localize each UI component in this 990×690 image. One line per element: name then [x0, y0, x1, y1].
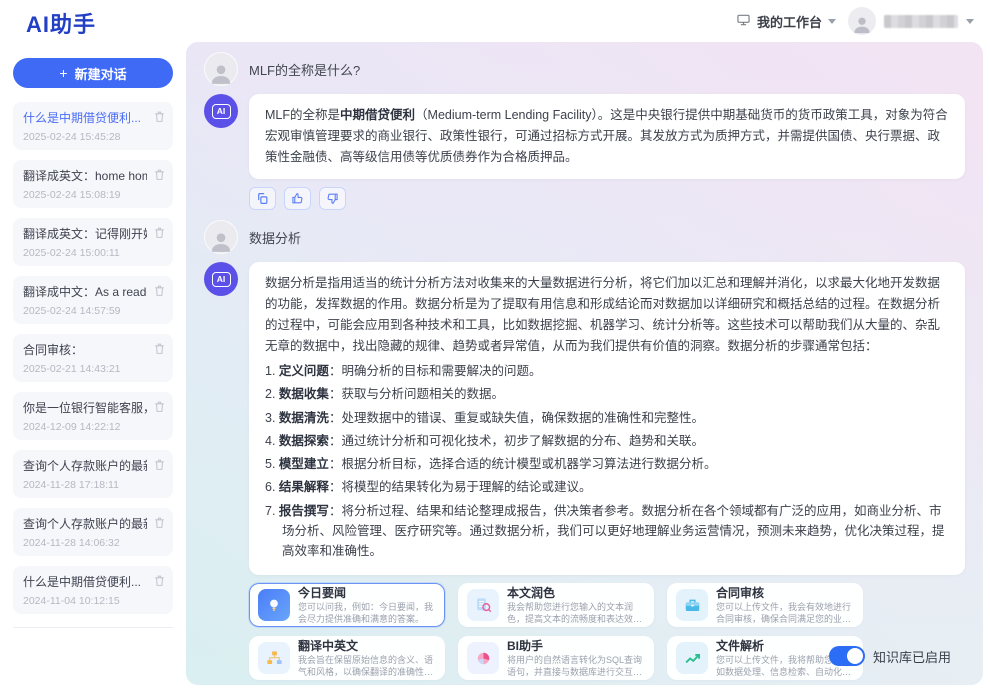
polish-icon [467, 589, 499, 621]
step-item: 1. 定义问题：明确分析的目标和需要解决的问题。 [265, 361, 949, 381]
conversation-list: 什么是中期借贷便利... 2025-02-24 15:45:28 翻译成英文：h… [0, 102, 186, 614]
app-logo: AI助手 [26, 7, 96, 39]
pie-chart-icon [467, 642, 499, 674]
prompt-cards-grid: 今日要闻 您可以问我，例如：今日要闻，我会尽力提供准确和满意的答案。 [249, 583, 863, 680]
step-item: 2. 数据收集：获取与分析问题相关的数据。 [265, 384, 949, 404]
thumbs-up-button[interactable] [284, 187, 311, 210]
card-title: 合同审核 [716, 585, 854, 601]
sidebar: + 新建对话 什么是中期借贷便利... 2025-02-24 15:45:28 … [0, 42, 186, 690]
ai-avatar-label: AI [212, 104, 231, 119]
trash-icon[interactable] [153, 516, 166, 529]
workspace-menu[interactable]: 我的工作台 [736, 12, 836, 31]
conversation-item[interactable]: 合同审核： 2025-02-21 14:43:21 [13, 334, 173, 382]
card-title: 本文润色 [507, 585, 645, 601]
copy-button[interactable] [249, 187, 276, 210]
user-message: 数据分析 [204, 220, 965, 254]
card-title: 今日要闻 [298, 585, 436, 601]
lightbulb-icon [258, 589, 290, 621]
user-avatar [204, 220, 238, 254]
user-message: MLF的全称是什么? [204, 52, 965, 86]
ai-avatar-label: AI [212, 272, 231, 287]
new-chat-label: 新建对话 [75, 64, 127, 83]
conversation-item[interactable]: 什么是中期借贷便利... 2025-02-24 15:45:28 [13, 102, 173, 150]
card-translate[interactable]: 翻译中英文 我会旨在保留原始信息的含义、语气和风格，以确保翻译的准确性和自然流畅… [249, 636, 445, 680]
knowledge-base-label: 知识库已启用 [873, 647, 951, 666]
trash-icon[interactable] [153, 342, 166, 355]
plus-icon: + [59, 65, 67, 81]
top-bar: AI助手 我的工作台 [0, 0, 990, 42]
toggle-knob [847, 648, 863, 664]
top-bar-right: 我的工作台 [736, 0, 974, 42]
monitor-icon [736, 13, 751, 30]
chat-panel: MLF的全称是什么? AI MLF的全称是中期借贷便利（Medium-term … [186, 42, 983, 685]
card-title: 翻译中英文 [298, 638, 436, 654]
new-chat-button[interactable]: + 新建对话 [13, 58, 173, 88]
trash-icon[interactable] [153, 226, 166, 239]
answer-actions [249, 187, 965, 210]
card-desc: 您可以上传文件，我会有效地进行合同审核，确保合同满足您的业务需求。 [716, 601, 854, 626]
app-window: AI助手 我的工作台 [0, 0, 990, 690]
trash-icon[interactable] [153, 110, 166, 123]
conversation-item[interactable]: 什么是中期借贷便利... 2024-11-04 10:12:15 [13, 566, 173, 614]
step-item: 5. 模型建立：根据分析目标，选择合适的统计模型或机器学习算法进行数据分析。 [265, 454, 949, 474]
ai-answer-card: MLF的全称是中期借贷便利（Medium-term Lending Facili… [249, 94, 965, 179]
user-avatar [204, 52, 238, 86]
conversation-item[interactable]: 翻译成英文：记得刚开始... 2025-02-24 15:00:11 [13, 218, 173, 266]
knowledge-base-toggle-group: 知识库已启用 [829, 646, 951, 666]
prompt-cards-section: 今日要闻 您可以问我，例如：今日要闻，我会尽力提供准确和满意的答案。 [249, 583, 965, 680]
conversation-item[interactable]: 查询个人存款账户的最新... 2024-11-28 14:06:32 [13, 508, 173, 556]
card-bi-assistant[interactable]: BI助手 将用户的自然语言转化为SQL查询语句，并直接与数据库进行交互，返回智能… [458, 636, 654, 680]
step-item: 6. 结果解释：将模型的结果转化为易于理解的结论或建议。 [265, 477, 949, 497]
card-desc: 将用户的自然语言转化为SQL查询语句，并直接与数据库进行交互，返回智能推荐的图表… [507, 654, 645, 679]
ai-message: AI MLF的全称是中期借贷便利（Medium-term Lending Fac… [204, 94, 965, 179]
user-question-text: 数据分析 [249, 228, 301, 247]
card-desc: 我会帮助您进行您输入的文本润色，提高文本的流畅度和表达效果。 [507, 601, 645, 626]
user-menu[interactable] [848, 7, 974, 35]
step-item: 4. 数据探索：通过统计分析和可视化技术，初步了解数据的分布、趋势和关联。 [265, 431, 949, 451]
card-text-polish[interactable]: 本文润色 我会帮助您进行您输入的文本润色，提高文本的流畅度和表达效果。 [458, 583, 654, 627]
answer-intro: 数据分析是指用适当的统计分析方法对收集来的大量数据进行分析，将它们加以汇总和理解… [265, 273, 949, 357]
answer-steps: 1. 定义问题：明确分析的目标和需要解决的问题。 2. 数据收集：获取与分析问题… [265, 361, 949, 561]
avatar [848, 7, 876, 35]
ai-answer-card: 数据分析是指用适当的统计分析方法对收集来的大量数据进行分析，将它们加以汇总和理解… [249, 262, 965, 575]
card-today-news[interactable]: 今日要闻 您可以问我，例如：今日要闻，我会尽力提供准确和满意的答案。 [249, 583, 445, 627]
briefcase-icon [676, 589, 708, 621]
card-desc: 我会旨在保留原始信息的含义、语气和风格，以确保翻译的准确性和自然流畅。 [298, 654, 436, 679]
trash-icon[interactable] [153, 400, 166, 413]
sidebar-divider [13, 627, 173, 628]
thumbs-down-button[interactable] [319, 187, 346, 210]
trash-icon[interactable] [153, 574, 166, 587]
conversation-item[interactable]: 翻译成英文：home home 2025-02-24 15:08:19 [13, 160, 173, 208]
chevron-down-icon [966, 19, 974, 24]
ai-message: AI 数据分析是指用适当的统计分析方法对收集来的大量数据进行分析，将它们加以汇总… [204, 262, 965, 575]
ai-avatar: AI [204, 94, 238, 128]
ai-avatar: AI [204, 262, 238, 296]
username-redacted [884, 15, 958, 28]
chevron-down-icon [828, 19, 836, 24]
trash-icon[interactable] [153, 284, 166, 297]
step-item: 7. 报告撰写：将分析过程、结果和结论整理成报告，供决策者参考。数据分析在各个领… [265, 501, 949, 562]
card-desc: 您可以问我，例如：今日要闻，我会尽力提供准确和满意的答案。 [298, 601, 436, 626]
conversation-item[interactable]: 翻译成中文：As a reader... 2025-02-24 14:57:59 [13, 276, 173, 324]
step-item: 3. 数据清洗：处理数据中的错误、重复或缺失值，确保数据的准确性和完整性。 [265, 408, 949, 428]
conversation-item[interactable]: 查询个人存款账户的最新... 2024-11-28 17:18:11 [13, 450, 173, 498]
translate-icon [258, 642, 290, 674]
conversation-item[interactable]: 你是一位银行智能客服，... 2024-12-09 14:22:12 [13, 392, 173, 440]
user-question-text: MLF的全称是什么? [249, 60, 360, 79]
knowledge-base-toggle[interactable] [829, 646, 865, 666]
bold-term: 中期借贷便利 [340, 108, 415, 122]
card-title: BI助手 [507, 638, 645, 654]
workspace-label: 我的工作台 [757, 12, 822, 31]
trend-chart-icon [676, 642, 708, 674]
card-contract-review[interactable]: 合同审核 您可以上传文件，我会有效地进行合同审核，确保合同满足您的业务需求。 [667, 583, 863, 627]
trash-icon[interactable] [153, 168, 166, 181]
trash-icon[interactable] [153, 458, 166, 471]
